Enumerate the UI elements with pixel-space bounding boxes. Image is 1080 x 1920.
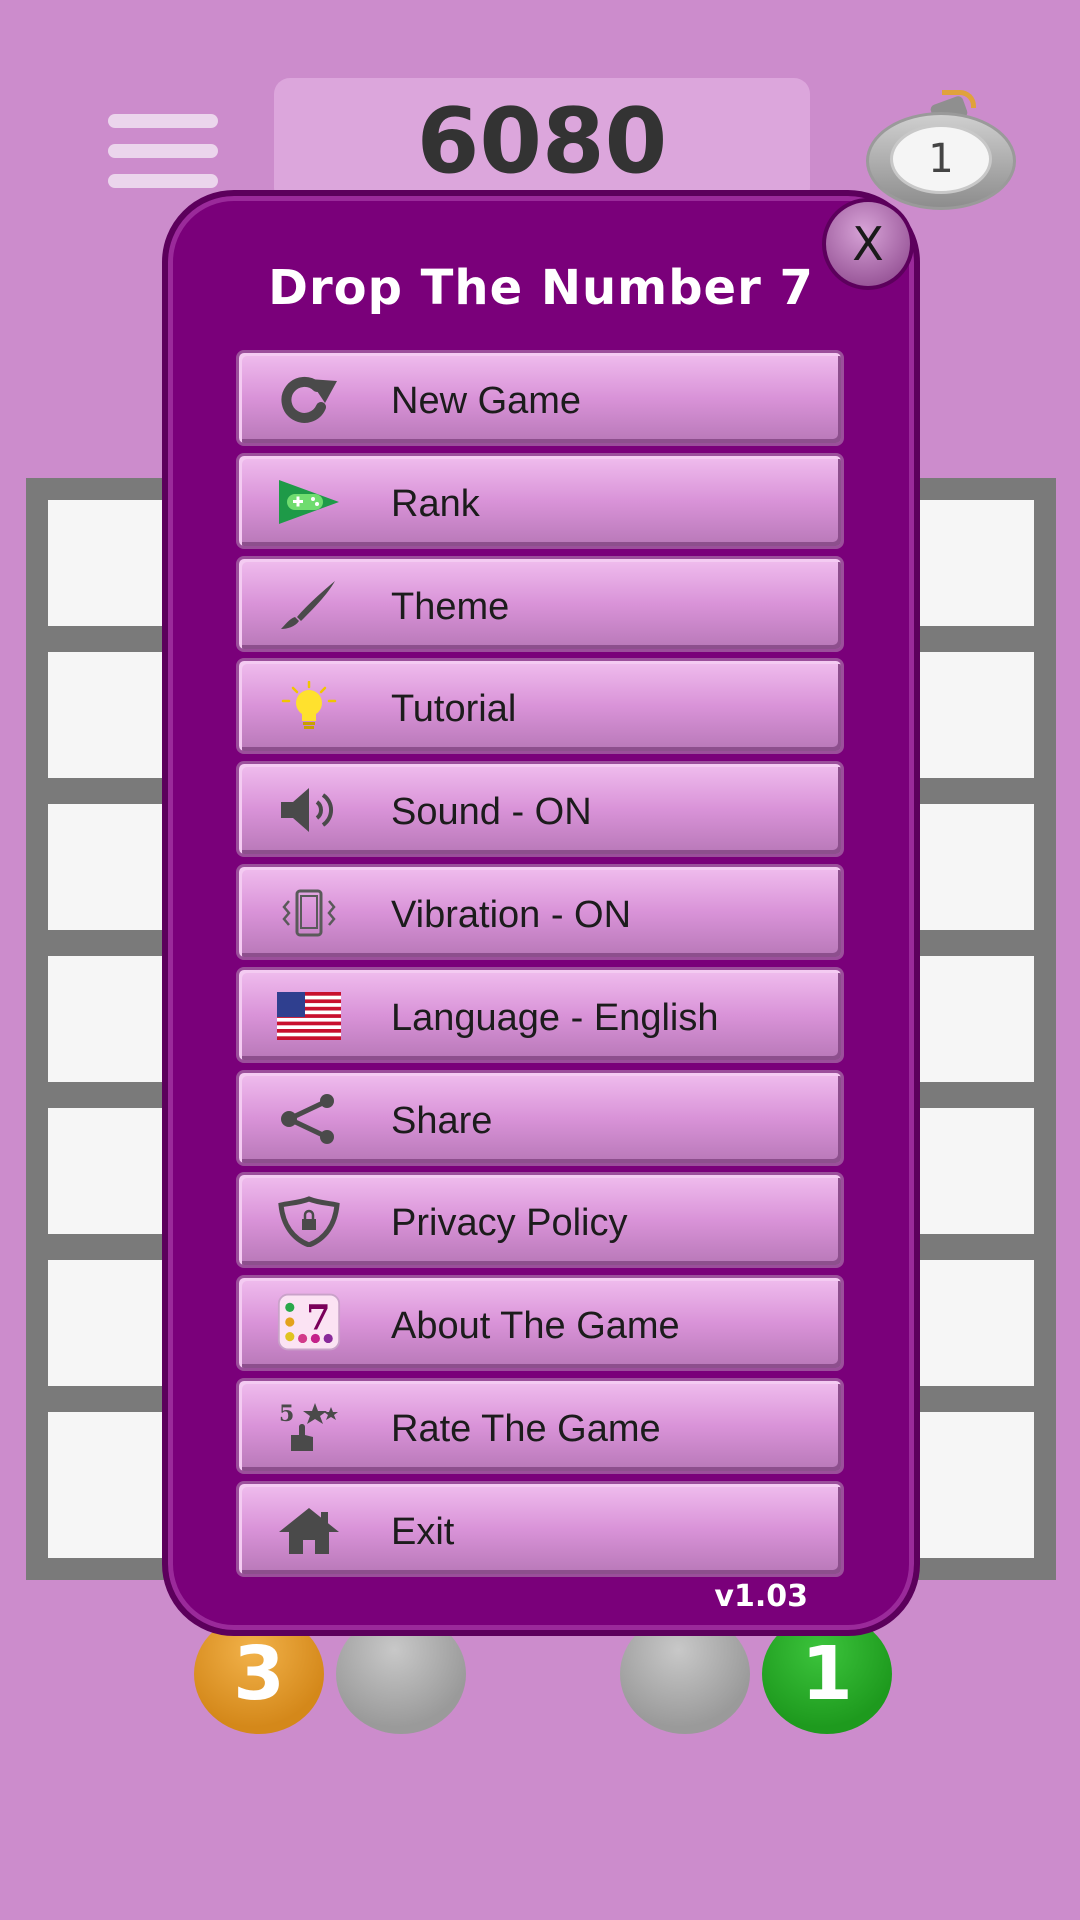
privacy-policy-label: Privacy Policy: [391, 1202, 628, 1245]
vibration-toggle-button[interactable]: Vibration - ON: [236, 863, 844, 960]
brush-icon: [277, 579, 341, 631]
menu-bar-top: [108, 114, 218, 128]
restart-icon: [277, 373, 341, 425]
share-icon: [277, 1093, 341, 1145]
board-cell[interactable]: [918, 804, 1034, 930]
sound-label: Sound - ON: [391, 791, 592, 834]
board-cell[interactable]: [48, 1260, 170, 1386]
board-cell[interactable]: [918, 1260, 1034, 1386]
shield-icon: [277, 1195, 341, 1248]
board-cell[interactable]: [48, 652, 170, 778]
about-game-button[interactable]: 7 About The Game: [236, 1275, 844, 1372]
board-cell[interactable]: [48, 1108, 170, 1234]
game-controller-icon: [277, 476, 341, 528]
new-game-label: New Game: [391, 380, 582, 422]
version-label: v1.03: [714, 1579, 808, 1614]
menu-list: New Game Rank Theme Tutorial Sound - ON …: [236, 350, 844, 1584]
rate-stars-icon: 5: [277, 1401, 341, 1453]
share-button[interactable]: Share: [236, 1069, 844, 1166]
board-cell[interactable]: [48, 1412, 170, 1558]
board-cell[interactable]: [48, 500, 170, 626]
theme-label: Theme: [391, 585, 510, 628]
board-cell[interactable]: [918, 1108, 1034, 1234]
rate-game-button[interactable]: 5 Rate The Game: [236, 1377, 844, 1474]
exit-label: Exit: [391, 1510, 455, 1553]
us-flag-icon: [277, 990, 341, 1042]
exit-button[interactable]: Exit: [236, 1480, 844, 1577]
language-label: Language - English: [391, 996, 719, 1039]
bomb-count: 1: [890, 124, 992, 194]
vibration-label: Vibration - ON: [391, 893, 632, 936]
close-button[interactable]: X: [822, 198, 914, 290]
theme-button[interactable]: Theme: [236, 555, 844, 652]
bomb-button[interactable]: 1: [866, 90, 1016, 210]
new-game-button[interactable]: New Game: [236, 350, 844, 446]
home-icon: [277, 1504, 341, 1556]
menu-title: Drop The Number 7: [268, 260, 814, 316]
menu-bar-bottom: [108, 174, 218, 188]
rank-button[interactable]: Rank: [236, 452, 844, 549]
app-logo-icon: 7: [277, 1290, 341, 1354]
rank-label: Rank: [391, 482, 480, 525]
tutorial-label: Tutorial: [391, 688, 517, 731]
tutorial-button[interactable]: Tutorial: [236, 658, 844, 755]
app-logo-text: 7: [306, 1297, 330, 1338]
board-cell[interactable]: [918, 652, 1034, 778]
privacy-policy-button[interactable]: Privacy Policy: [236, 1172, 844, 1269]
score-display: 6080: [274, 78, 810, 204]
lightbulb-icon: [277, 681, 341, 733]
sound-toggle-button[interactable]: Sound - ON: [236, 761, 844, 858]
language-button[interactable]: Language - English: [236, 966, 844, 1063]
rating-number: 5: [279, 1401, 294, 1427]
share-label: Share: [391, 1099, 493, 1142]
menu-bar-middle: [108, 144, 218, 158]
vibration-icon: [277, 887, 341, 939]
board-cell[interactable]: [918, 1412, 1034, 1558]
board-cell[interactable]: [918, 500, 1034, 626]
board-cell[interactable]: [48, 956, 170, 1082]
speaker-icon: [277, 784, 341, 836]
about-game-label: About The Game: [391, 1305, 680, 1348]
rate-game-label: Rate The Game: [391, 1407, 661, 1450]
hamburger-menu-icon[interactable]: [108, 114, 218, 194]
board-cell[interactable]: [918, 956, 1034, 1082]
board-cell[interactable]: [48, 804, 170, 930]
